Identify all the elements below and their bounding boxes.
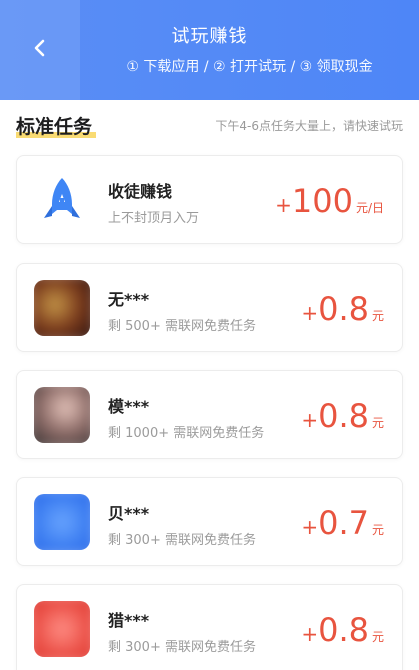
reward: +0.8 元 [301, 397, 384, 435]
reward-amount: 0.8 [318, 611, 369, 649]
reward-unit: 元 [371, 416, 384, 430]
task-desc: 剩 1000+ 需联网免费任务 [108, 426, 265, 441]
task-name: 无*** [108, 290, 150, 309]
app-thumbnail [34, 387, 90, 443]
reward-unit: 元 [371, 523, 384, 537]
task-desc: 剩 500+ 需联网免费任务 [108, 319, 256, 334]
reward-amount: 0.8 [318, 290, 369, 328]
steps-text: ① 下载应用 / ② 打开试玩 / ③ 领取现金 [126, 59, 373, 75]
reward-unit: 元 [371, 630, 384, 644]
app-thumbnail [34, 494, 90, 550]
app-thumbnail [34, 601, 90, 657]
header: 试玩赚钱 ① 下载应用 / ② 打开试玩 / ③ 领取现金 [0, 0, 419, 100]
reward: +100 元/日 [275, 182, 384, 220]
task-card[interactable]: 贝*** 剩 300+ 需联网免费任务 +0.7 元 [16, 477, 403, 566]
task-card[interactable]: 无*** 剩 500+ 需联网免费任务 +0.8 元 [16, 263, 403, 352]
reward: +0.7 元 [301, 504, 384, 542]
back-button[interactable] [0, 0, 80, 100]
task-name: 模*** [108, 397, 150, 416]
task-name: 收徒赚钱 [108, 182, 173, 201]
page-title: 试玩赚钱 [171, 26, 248, 47]
task-desc: 上不封顶月入万 [108, 211, 200, 226]
rocket-icon [34, 172, 90, 228]
task-section: 标准任务 下午4-6点任务大量上，请快速试玩 收徒赚钱 上不封顶月入万 +100… [0, 100, 419, 670]
reward-amount: 0.7 [318, 504, 369, 542]
reward-unit: 元/日 [355, 201, 384, 215]
task-card[interactable]: 模*** 剩 1000+ 需联网免费任务 +0.8 元 [16, 370, 403, 459]
task-name: 贝*** [108, 504, 150, 523]
reward: +0.8 元 [301, 611, 384, 649]
task-card[interactable]: 猎*** 剩 300+ 需联网免费任务 +0.8 元 [16, 584, 403, 670]
section-hint: 下午4-6点任务大量上，请快速试玩 [215, 119, 403, 133]
task-desc: 剩 300+ 需联网免费任务 [108, 533, 256, 548]
reward-unit: 元 [371, 309, 384, 323]
reward: +0.8 元 [301, 290, 384, 328]
app-thumbnail [34, 280, 90, 336]
reward-amount: 100 [291, 182, 353, 220]
section-title: 标准任务 [16, 116, 93, 138]
reward-amount: 0.8 [318, 397, 369, 435]
task-name: 猎*** [108, 611, 150, 630]
featured-card[interactable]: 收徒赚钱 上不封顶月入万 +100 元/日 [16, 155, 403, 244]
task-desc: 剩 300+ 需联网免费任务 [108, 640, 256, 655]
